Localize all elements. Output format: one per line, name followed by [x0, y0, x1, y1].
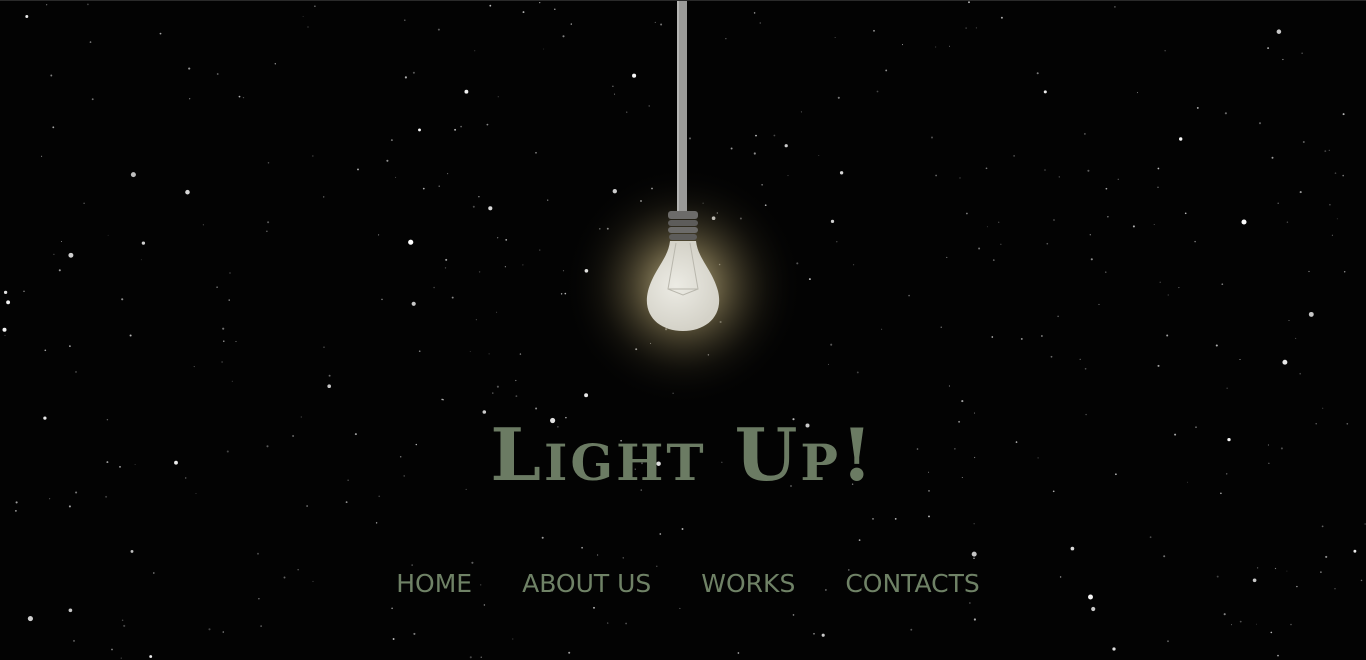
star: [973, 557, 975, 560]
star: [306, 505, 308, 507]
bulb-socket: [668, 211, 698, 240]
star: [75, 491, 78, 494]
star: [659, 533, 662, 535]
star: [1163, 555, 1166, 558]
star: [679, 607, 681, 609]
star: [1353, 549, 1357, 553]
star: [1321, 525, 1324, 528]
star: [622, 557, 624, 559]
page-title: Light Up!: [490, 412, 876, 497]
star: [1277, 654, 1279, 657]
star: [973, 523, 975, 525]
star: [15, 510, 17, 512]
star: [27, 616, 33, 622]
nav-contacts[interactable]: CONTACTS: [845, 569, 979, 598]
star: [792, 614, 795, 616]
star: [375, 522, 378, 524]
star: [1220, 492, 1222, 495]
star: [1091, 606, 1096, 612]
star: [541, 536, 544, 539]
nav-home[interactable]: HOME: [396, 569, 472, 598]
star: [1223, 613, 1226, 616]
star: [971, 551, 977, 557]
star: [123, 624, 126, 627]
star: [208, 628, 211, 631]
star: [257, 552, 259, 555]
star: [858, 539, 861, 541]
star: [1239, 620, 1242, 623]
star: [1256, 623, 1257, 625]
star: [973, 618, 976, 621]
star: [1290, 623, 1292, 626]
star: [625, 622, 627, 625]
star: [378, 495, 381, 498]
star: [15, 501, 18, 504]
star: [480, 656, 482, 658]
star: [737, 652, 740, 654]
star: [681, 528, 684, 530]
star: [597, 554, 599, 556]
star: [1231, 624, 1233, 626]
star: [813, 632, 815, 635]
star: [222, 631, 225, 633]
star: [910, 628, 913, 631]
star: [130, 549, 134, 553]
star: [872, 518, 874, 520]
light-bulb-illustration: [563, 1, 803, 406]
star: [1167, 640, 1169, 643]
star: [68, 505, 71, 508]
star: [391, 607, 393, 610]
star: [73, 639, 75, 642]
bulb-cord: [679, 1, 687, 215]
star: [1149, 536, 1152, 539]
star: [195, 493, 197, 495]
nav-about-us[interactable]: ABOUT US: [522, 569, 651, 598]
star: [1112, 647, 1116, 651]
star: [260, 625, 262, 627]
star: [1070, 546, 1075, 551]
star: [258, 597, 260, 600]
star: [1364, 523, 1366, 525]
star: [1325, 555, 1328, 558]
star: [656, 565, 658, 568]
star: [68, 608, 73, 613]
star: [969, 602, 971, 604]
star: [894, 517, 897, 520]
nav-works[interactable]: WORKS: [701, 569, 795, 598]
star: [593, 606, 595, 609]
star: [483, 604, 486, 606]
star: [49, 498, 51, 500]
star: [821, 633, 825, 637]
star: [568, 651, 571, 654]
star: [120, 657, 122, 659]
star: [471, 561, 474, 564]
star: [1270, 631, 1273, 634]
star: [111, 648, 113, 651]
star: [581, 546, 583, 549]
star: [105, 495, 108, 498]
star: [413, 632, 416, 635]
star: [928, 515, 930, 518]
star: [469, 656, 472, 659]
star: [121, 619, 124, 621]
page: Light Up! HOME ABOUT US WORKS CONTACTS: [0, 0, 1366, 660]
star: [392, 638, 395, 640]
star: [411, 564, 413, 566]
star: [607, 622, 609, 624]
star: [512, 638, 514, 640]
star: [149, 655, 153, 658]
main-nav: HOME ABOUT US WORKS CONTACTS: [0, 569, 1366, 598]
star: [345, 501, 348, 504]
